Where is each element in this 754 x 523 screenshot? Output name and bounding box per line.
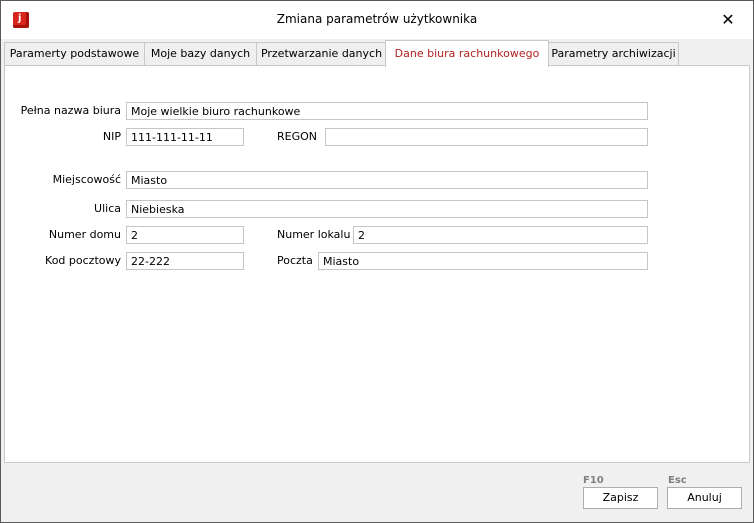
miejscowosc-input[interactable] bbox=[126, 171, 648, 189]
numer-lokalu-label: Numer lokalu bbox=[277, 228, 351, 241]
kod-pocztowy-input[interactable] bbox=[126, 252, 244, 270]
close-icon[interactable]: ✕ bbox=[713, 7, 743, 33]
regon-input[interactable] bbox=[325, 128, 648, 146]
regon-label: REGON bbox=[277, 130, 318, 143]
title-bar: j Zmiana parametrów użytkownika ✕ bbox=[1, 1, 753, 39]
window-title: Zmiana parametrów użytkownika bbox=[276, 12, 478, 26]
ulica-label: Ulica bbox=[94, 202, 121, 215]
dialog-footer: F10 Zapisz Esc Anuluj bbox=[1, 463, 753, 522]
tab-przetwarzanie-danych[interactable]: Przetwarzanie danych bbox=[256, 42, 387, 65]
numer-domu-label: Numer domu bbox=[48, 228, 121, 241]
kod-pocztowy-label: Kod pocztowy bbox=[45, 254, 121, 267]
poczta-input[interactable] bbox=[318, 252, 648, 270]
tab-dane-biura-rachunkowego[interactable]: Dane biura rachunkowego bbox=[385, 40, 549, 67]
cancel-shortcut-label: Esc bbox=[668, 475, 687, 486]
tab-parametry-archiwizacji[interactable]: Parametry archiwizacji bbox=[548, 42, 679, 65]
save-shortcut-label: F10 bbox=[583, 475, 604, 486]
ulica-input[interactable] bbox=[126, 200, 648, 218]
pelna-nazwa-label: Pełna nazwa biura bbox=[20, 104, 121, 117]
miejscowosc-label: Miejscowość bbox=[52, 173, 121, 186]
dialog-window: j Zmiana parametrów użytkownika ✕ Parame… bbox=[0, 0, 754, 523]
cancel-button[interactable]: Anuluj bbox=[667, 487, 742, 509]
tab-moje-bazy-danych[interactable]: Moje bazy danych bbox=[144, 42, 257, 65]
numer-lokalu-input[interactable] bbox=[353, 226, 648, 244]
nip-input[interactable] bbox=[126, 128, 244, 146]
pelna-nazwa-input[interactable] bbox=[126, 102, 648, 120]
save-button[interactable]: Zapisz bbox=[583, 487, 658, 509]
tab-parametry-podstawowe[interactable]: Paramerty podstawowe bbox=[4, 42, 145, 65]
numer-domu-input[interactable] bbox=[126, 226, 244, 244]
poczta-label: Poczta bbox=[277, 254, 313, 267]
nip-label: NIP bbox=[102, 130, 121, 143]
tab-panel: Pełna nazwa biura NIP REGON Miejscowość … bbox=[4, 65, 750, 463]
